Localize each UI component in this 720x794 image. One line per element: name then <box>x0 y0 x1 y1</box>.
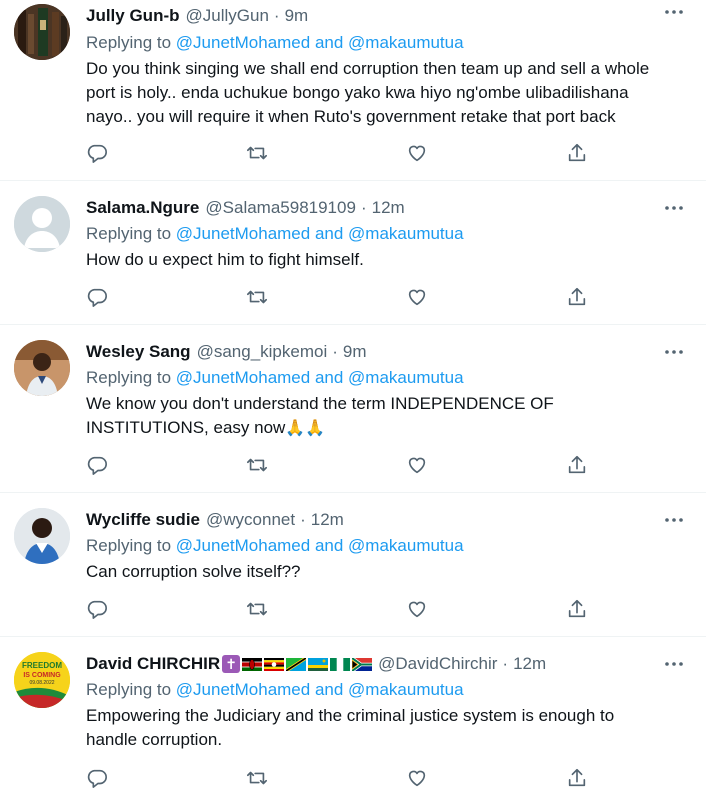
timestamp[interactable]: 9m <box>343 342 367 362</box>
avatar[interactable] <box>14 508 70 564</box>
tweet[interactable]: Salama.Ngure @Salama59819109 · 12m Reply… <box>0 181 706 325</box>
avatar[interactable]: FREEDOM IS COMING 09.08.2022 <box>14 652 70 708</box>
kenya-flag-icon <box>242 657 263 671</box>
reply-icon[interactable] <box>86 767 110 791</box>
tweet[interactable]: Wesley Sang @sang_kipkemoi · 9m Replying… <box>0 325 706 493</box>
tweet-actions <box>86 286 606 310</box>
share-icon[interactable] <box>566 286 590 310</box>
author-handle[interactable]: @wyconnet <box>206 510 295 530</box>
more-icon[interactable] <box>664 654 684 674</box>
tweet-text: Can corruption solve itself?? <box>86 562 301 581</box>
tweet-actions <box>86 142 606 166</box>
replying-to: Replying to @JunetMohamed and @makaumutu… <box>86 33 464 52</box>
avatar-text: FREEDOM <box>22 661 62 670</box>
author-name[interactable]: Salama.Ngure <box>86 198 199 218</box>
avatar[interactable] <box>14 196 70 252</box>
retweet-icon[interactable] <box>246 454 270 478</box>
cross-icon: ✝ <box>222 655 241 673</box>
replying-to: Replying to @JunetMohamed and @makaumutu… <box>86 368 464 387</box>
avatar-text: 09.08.2022 <box>29 680 54 686</box>
tweet-text: How do u expect him to fight himself. <box>86 250 364 269</box>
separator: · <box>360 198 367 217</box>
like-icon[interactable] <box>406 767 430 791</box>
avatar-text: IS COMING <box>23 672 61 679</box>
mention-link[interactable]: @JunetMohamed and @makaumutua <box>176 33 464 52</box>
separator: · <box>273 6 280 25</box>
flag-icons <box>242 657 373 671</box>
separator: · <box>502 654 509 673</box>
share-icon[interactable] <box>566 598 590 622</box>
avatar[interactable] <box>14 340 70 396</box>
author-name[interactable]: Jully Gun-b <box>86 6 180 26</box>
like-icon[interactable] <box>406 454 430 478</box>
reply-icon[interactable] <box>86 598 110 622</box>
tweet-text: Do you think singing we shall end corrup… <box>86 59 650 126</box>
replying-to: Replying to @JunetMohamed and @makaumutu… <box>86 680 464 699</box>
mention-link[interactable]: @JunetMohamed and @makaumutua <box>176 224 464 243</box>
retweet-icon[interactable] <box>246 286 270 310</box>
reply-icon[interactable] <box>86 454 110 478</box>
separator: · <box>332 342 338 361</box>
praying-hands-emoji: 🙏🙏 <box>285 420 326 437</box>
reply-icon[interactable] <box>86 286 110 310</box>
tweet-actions <box>86 598 606 622</box>
timestamp[interactable]: 12m <box>311 510 344 530</box>
author-handle[interactable]: @JullyGun <box>186 6 269 26</box>
author-name[interactable]: Wesley Sang <box>86 342 191 362</box>
mention-link[interactable]: @JunetMohamed and @makaumutua <box>176 536 464 555</box>
tweet-text: We know you don't understand the term IN… <box>86 394 554 437</box>
more-icon[interactable] <box>664 198 684 218</box>
timestamp[interactable]: 12m <box>513 654 546 674</box>
tanzania-flag-icon <box>286 657 307 671</box>
retweet-icon[interactable] <box>246 142 270 166</box>
tweet-actions <box>86 454 606 478</box>
tweet-actions <box>86 767 606 791</box>
more-icon[interactable] <box>664 342 684 362</box>
retweet-icon[interactable] <box>246 598 270 622</box>
like-icon[interactable] <box>406 598 430 622</box>
tweet[interactable]: Jully Gun-b @JullyGun · 9m Replying to @… <box>0 0 706 181</box>
reply-icon[interactable] <box>86 142 110 166</box>
retweet-icon[interactable] <box>246 767 270 791</box>
replying-to: Replying to @JunetMohamed and @makaumutu… <box>86 224 464 243</box>
nigeria-flag-icon <box>330 657 351 671</box>
like-icon[interactable] <box>406 142 430 166</box>
separator: · <box>300 510 306 529</box>
tweet[interactable]: Wycliffe sudie @wyconnet · 12m Replying … <box>0 493 706 637</box>
author-name[interactable]: Wycliffe sudie <box>86 510 200 530</box>
author-handle[interactable]: @DavidChirchir <box>378 654 497 674</box>
share-icon[interactable] <box>566 142 590 166</box>
south-africa-flag-icon <box>352 657 373 671</box>
timestamp[interactable]: 9m <box>285 6 309 26</box>
tweet[interactable]: FREEDOM IS COMING 09.08.2022 David CHIRC… <box>0 637 706 788</box>
author-name[interactable]: David CHIRCHIR <box>86 654 220 674</box>
timestamp[interactable]: 12m <box>372 198 405 218</box>
uganda-flag-icon <box>264 657 285 671</box>
tweet-text: Empowering the Judiciary and the crimina… <box>86 706 615 749</box>
avatar[interactable] <box>14 4 70 60</box>
author-handle[interactable]: @Salama59819109 <box>205 198 356 218</box>
mention-link[interactable]: @JunetMohamed and @makaumutua <box>176 368 464 387</box>
mention-link[interactable]: @JunetMohamed and @makaumutua <box>176 680 464 699</box>
share-icon[interactable] <box>566 767 590 791</box>
more-icon[interactable] <box>664 510 684 530</box>
share-icon[interactable] <box>566 454 590 478</box>
replying-to: Replying to @JunetMohamed and @makaumutu… <box>86 536 464 555</box>
like-icon[interactable] <box>406 286 430 310</box>
rwanda-flag-icon <box>308 657 329 671</box>
more-icon[interactable] <box>664 2 684 22</box>
author-handle[interactable]: @sang_kipkemoi <box>197 342 328 362</box>
